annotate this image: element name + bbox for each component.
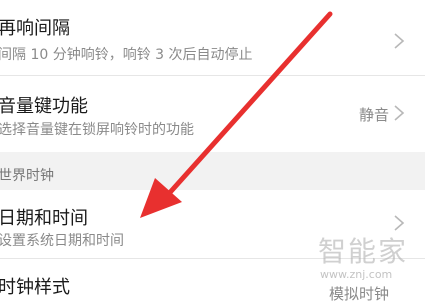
section-header-label: 世界时钟 (0, 168, 54, 184)
chevron-right-icon (394, 33, 405, 49)
date-and-time-row[interactable]: 日期和时间 设置系统日期和时间 (0, 190, 425, 258)
volume-key-function-value: 静音 (358, 106, 389, 124)
date-and-time-title: 日期和时间 (0, 208, 88, 229)
volume-key-function-row[interactable]: 音量键功能 选择音量键在锁屏响铃时的功能 静音 (0, 76, 425, 152)
snooze-interval-subtitle: 间隔 10 分钟响铃，响铃 3 次后自动停止 (0, 47, 253, 63)
snooze-interval-row[interactable]: 再响间隔 间隔 10 分钟响铃，响铃 3 次后自动停止 (0, 0, 425, 74)
snooze-interval-title: 再响间隔 (0, 18, 70, 39)
date-and-time-subtitle: 设置系统日期和时间 (0, 233, 124, 249)
clock-style-title: 时钟样式 (0, 277, 70, 298)
volume-key-function-subtitle: 选择音量键在锁屏响铃时的功能 (0, 122, 194, 138)
world-clock-section-header: 世界时钟 (0, 152, 425, 190)
chevron-right-icon (394, 105, 405, 121)
clock-style-row[interactable]: 时钟样式 模拟时钟 (0, 259, 425, 303)
volume-key-function-title: 音量键功能 (0, 96, 88, 117)
chevron-right-icon (394, 215, 405, 231)
clock-style-value: 模拟时钟 (328, 285, 389, 303)
